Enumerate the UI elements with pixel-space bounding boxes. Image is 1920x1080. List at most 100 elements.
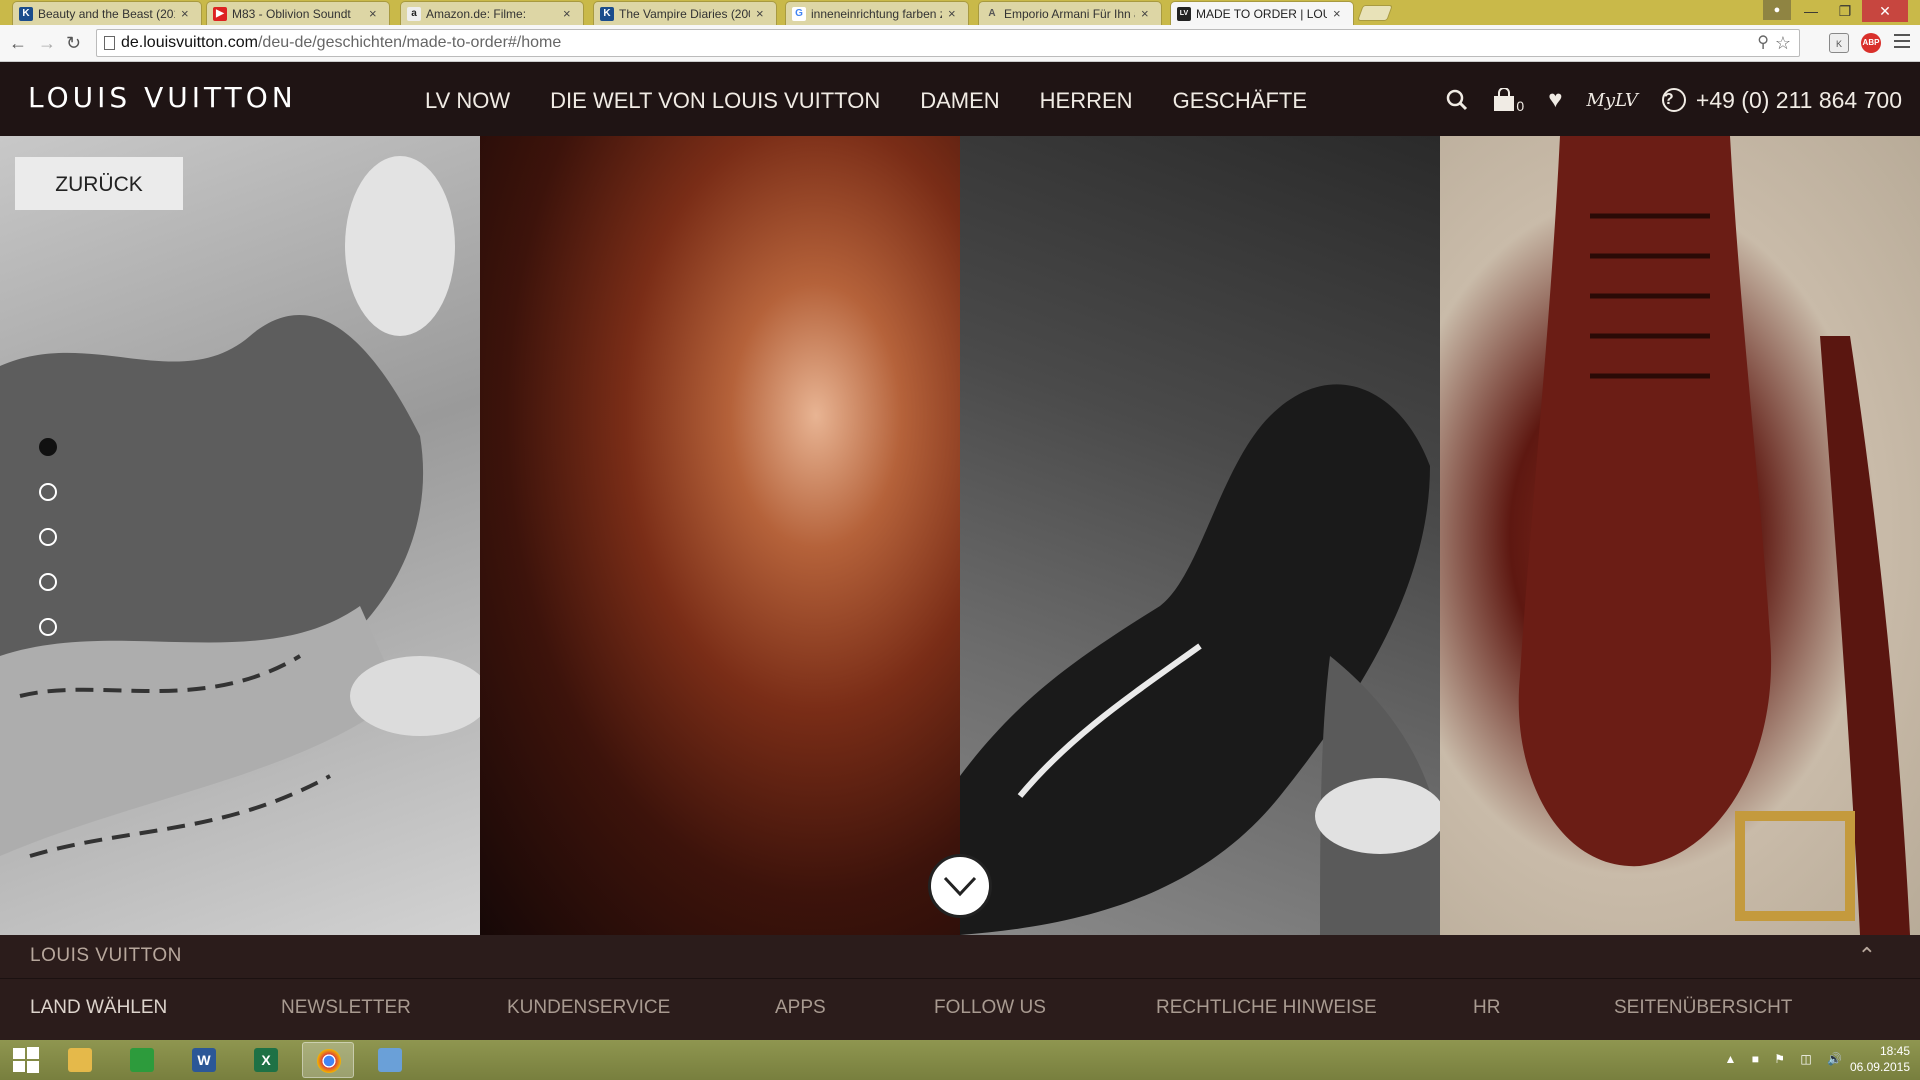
tab-title: The Vampire Diaries (2009	[619, 6, 750, 21]
footer-link-kundenservice[interactable]: KUNDENSERVICE	[507, 997, 775, 1019]
taskbar-explorer[interactable]	[54, 1042, 106, 1078]
taskbar-app[interactable]	[364, 1042, 416, 1078]
browser-tab-active[interactable]: LV MADE TO ORDER | LOUIS ×	[1170, 1, 1354, 25]
shoe-sole-polishing-image	[960, 136, 1440, 935]
extension-k-icon[interactable]: K	[1829, 33, 1849, 53]
nav-damen[interactable]: DAMEN	[920, 88, 999, 114]
system-clock[interactable]: 18:45 06.09.2015	[1850, 1043, 1910, 1075]
nav-geschaefte[interactable]: GESCHÄFTE	[1173, 88, 1307, 114]
start-button[interactable]	[0, 1042, 52, 1078]
footer-link-rechtliche-hinweise[interactable]: RECHTLICHE HINWEISE	[1156, 997, 1473, 1019]
taskbar-word[interactable]: W	[178, 1042, 230, 1078]
store-icon	[130, 1048, 154, 1072]
window-close-icon[interactable]: ✕	[1862, 0, 1908, 22]
slide-pagination	[39, 438, 57, 663]
footer-link-land-waehlen[interactable]: LAND WÄHLEN	[30, 997, 281, 1019]
zoom-icon[interactable]: ⚲	[1757, 30, 1769, 56]
heart-icon[interactable]: ♥	[1548, 86, 1562, 114]
taskbar-excel[interactable]: X	[240, 1042, 292, 1078]
browser-tab[interactable]: K The Vampire Diaries (2009 ×	[593, 1, 777, 25]
site-header: LOUIS VUITTON LV NOW DIE WELT VON LOUIS …	[0, 62, 1920, 136]
slide-dot-3[interactable]	[39, 528, 57, 546]
tab-favicon-icon: K	[600, 6, 614, 21]
browser-tab[interactable]: A Emporio Armani Für Ihn a ×	[978, 1, 1162, 25]
footer-link-follow-us[interactable]: FOLLOW US	[934, 997, 1156, 1019]
header-tools: 0 ♥ MyLV ? +49 (0) 211 864 700	[1422, 80, 1902, 120]
minimize-icon[interactable]: —	[1794, 0, 1828, 22]
main-nav: LV NOW DIE WELT VON LOUIS VUITTON DAMEN …	[425, 88, 1347, 114]
browser-tab[interactable]: G inneneinrichtung farben z ×	[785, 1, 969, 25]
new-tab-button[interactable]	[1357, 5, 1393, 21]
chrome-icon	[317, 1049, 341, 1073]
system-tray-icons[interactable]: ▲ ■ ⚑ ◫ 🔊	[1725, 1052, 1849, 1066]
close-tab-icon[interactable]: ×	[1141, 6, 1153, 21]
site-footer: LOUIS VUITTON ⌃ LAND WÄHLEN NEWSLETTER K…	[0, 935, 1920, 1040]
bookmark-star-icon[interactable]: ☆	[1775, 30, 1791, 56]
tab-title: M83 - Oblivion Soundt	[232, 6, 351, 21]
browser-tab[interactable]: a Amazon.de: Filme: ×	[400, 1, 584, 25]
excel-icon: X	[254, 1048, 278, 1072]
browser-tab[interactable]: ▶ M83 - Oblivion Soundt ×	[206, 1, 390, 25]
folder-icon	[68, 1048, 92, 1072]
craftsman-cutting-leather-image	[0, 136, 480, 935]
browser-toolbar: ← → ↻ de.louisvuitton.com/deu-de/geschic…	[0, 25, 1920, 62]
tab-favicon-icon: K	[19, 6, 33, 21]
help-icon[interactable]: ?	[1661, 88, 1686, 112]
tab-favicon-icon: ▶	[213, 6, 227, 21]
oxford-shoe-and-belt-image	[1440, 136, 1920, 935]
close-tab-icon[interactable]: ×	[369, 6, 381, 21]
footer-link-seitenuebersicht[interactable]: SEITENÜBERSICHT	[1614, 997, 1792, 1019]
clock-time: 18:45	[1879, 1044, 1910, 1058]
maximize-icon[interactable]: ❐	[1828, 0, 1862, 22]
close-tab-icon[interactable]: ×	[181, 6, 193, 21]
footer-brand: LOUIS VUITTON	[30, 945, 182, 966]
shopping-bag-icon[interactable]: 0	[1492, 86, 1524, 114]
clock-date: 06.09.2015	[1849, 1060, 1910, 1074]
slide-dot-1[interactable]	[39, 438, 57, 456]
taskbar-store[interactable]	[116, 1042, 168, 1078]
windows-logo-icon	[13, 1047, 39, 1073]
browser-tab[interactable]: K Beauty and the Beast (201 ×	[12, 1, 202, 25]
nav-lv-now[interactable]: LV NOW	[425, 88, 510, 114]
back-button[interactable]: ZURÜCK	[15, 157, 183, 210]
phone-number[interactable]: +49 (0) 211 864 700	[1696, 87, 1902, 114]
close-tab-icon[interactable]: ×	[948, 6, 960, 21]
slide-dot-5[interactable]	[39, 618, 57, 636]
slide-dot-2[interactable]	[39, 483, 57, 501]
chevron-up-icon[interactable]: ⌃	[1858, 943, 1876, 969]
scroll-down-button[interactable]	[928, 854, 992, 918]
page-icon	[104, 36, 115, 50]
tab-favicon-icon: a	[407, 6, 421, 21]
chevron-down-icon	[943, 876, 977, 897]
search-icon[interactable]	[1446, 89, 1468, 111]
browser-user-icon[interactable]: ●	[1763, 0, 1791, 20]
taskbar-chrome[interactable]	[302, 1042, 354, 1078]
tab-title: Beauty and the Beast (201	[38, 6, 175, 21]
footer-links: LAND WÄHLEN NEWSLETTER KUNDENSERVICE APP…	[30, 997, 1792, 1019]
nav-die-welt[interactable]: DIE WELT VON LOUIS VUITTON	[550, 88, 880, 114]
browser-menu-icon[interactable]	[1894, 34, 1910, 52]
browser-tab-strip: K Beauty and the Beast (201 × ▶ M83 - Ob…	[0, 0, 1920, 25]
back-arrow-icon[interactable]: ←	[9, 33, 27, 54]
nav-herren[interactable]: HERREN	[1040, 88, 1133, 114]
footer-divider	[0, 978, 1920, 979]
footer-link-newsletter[interactable]: NEWSLETTER	[281, 997, 507, 1019]
close-tab-icon[interactable]: ×	[563, 6, 575, 21]
close-tab-icon[interactable]: ×	[1333, 6, 1345, 21]
tab-title: MADE TO ORDER | LOUIS	[1196, 6, 1327, 21]
slide-dot-4[interactable]	[39, 573, 57, 591]
lv-logo[interactable]: LOUIS VUITTON	[28, 81, 297, 114]
forward-arrow-icon[interactable]: →	[38, 33, 56, 54]
footer-link-hr[interactable]: HR	[1473, 997, 1614, 1019]
bag-count: 0	[1516, 98, 1525, 114]
address-bar[interactable]: de.louisvuitton.com/deu-de/geschichten/m…	[96, 29, 1800, 57]
tab-title: Emporio Armani Für Ihn a	[1004, 6, 1135, 21]
brown-leather-closeup-image	[480, 136, 960, 935]
close-tab-icon[interactable]: ×	[756, 6, 768, 21]
word-icon: W	[192, 1048, 216, 1072]
footer-link-apps[interactable]: APPS	[775, 997, 934, 1019]
windows-taskbar: W X ▲ ■ ⚑ ◫ 🔊 18:45 06.09.2015	[0, 1040, 1920, 1080]
reload-icon[interactable]: ↻	[66, 33, 81, 54]
mylv-link[interactable]: MyLV	[1586, 90, 1637, 111]
adblock-icon[interactable]: ABP	[1861, 33, 1881, 53]
